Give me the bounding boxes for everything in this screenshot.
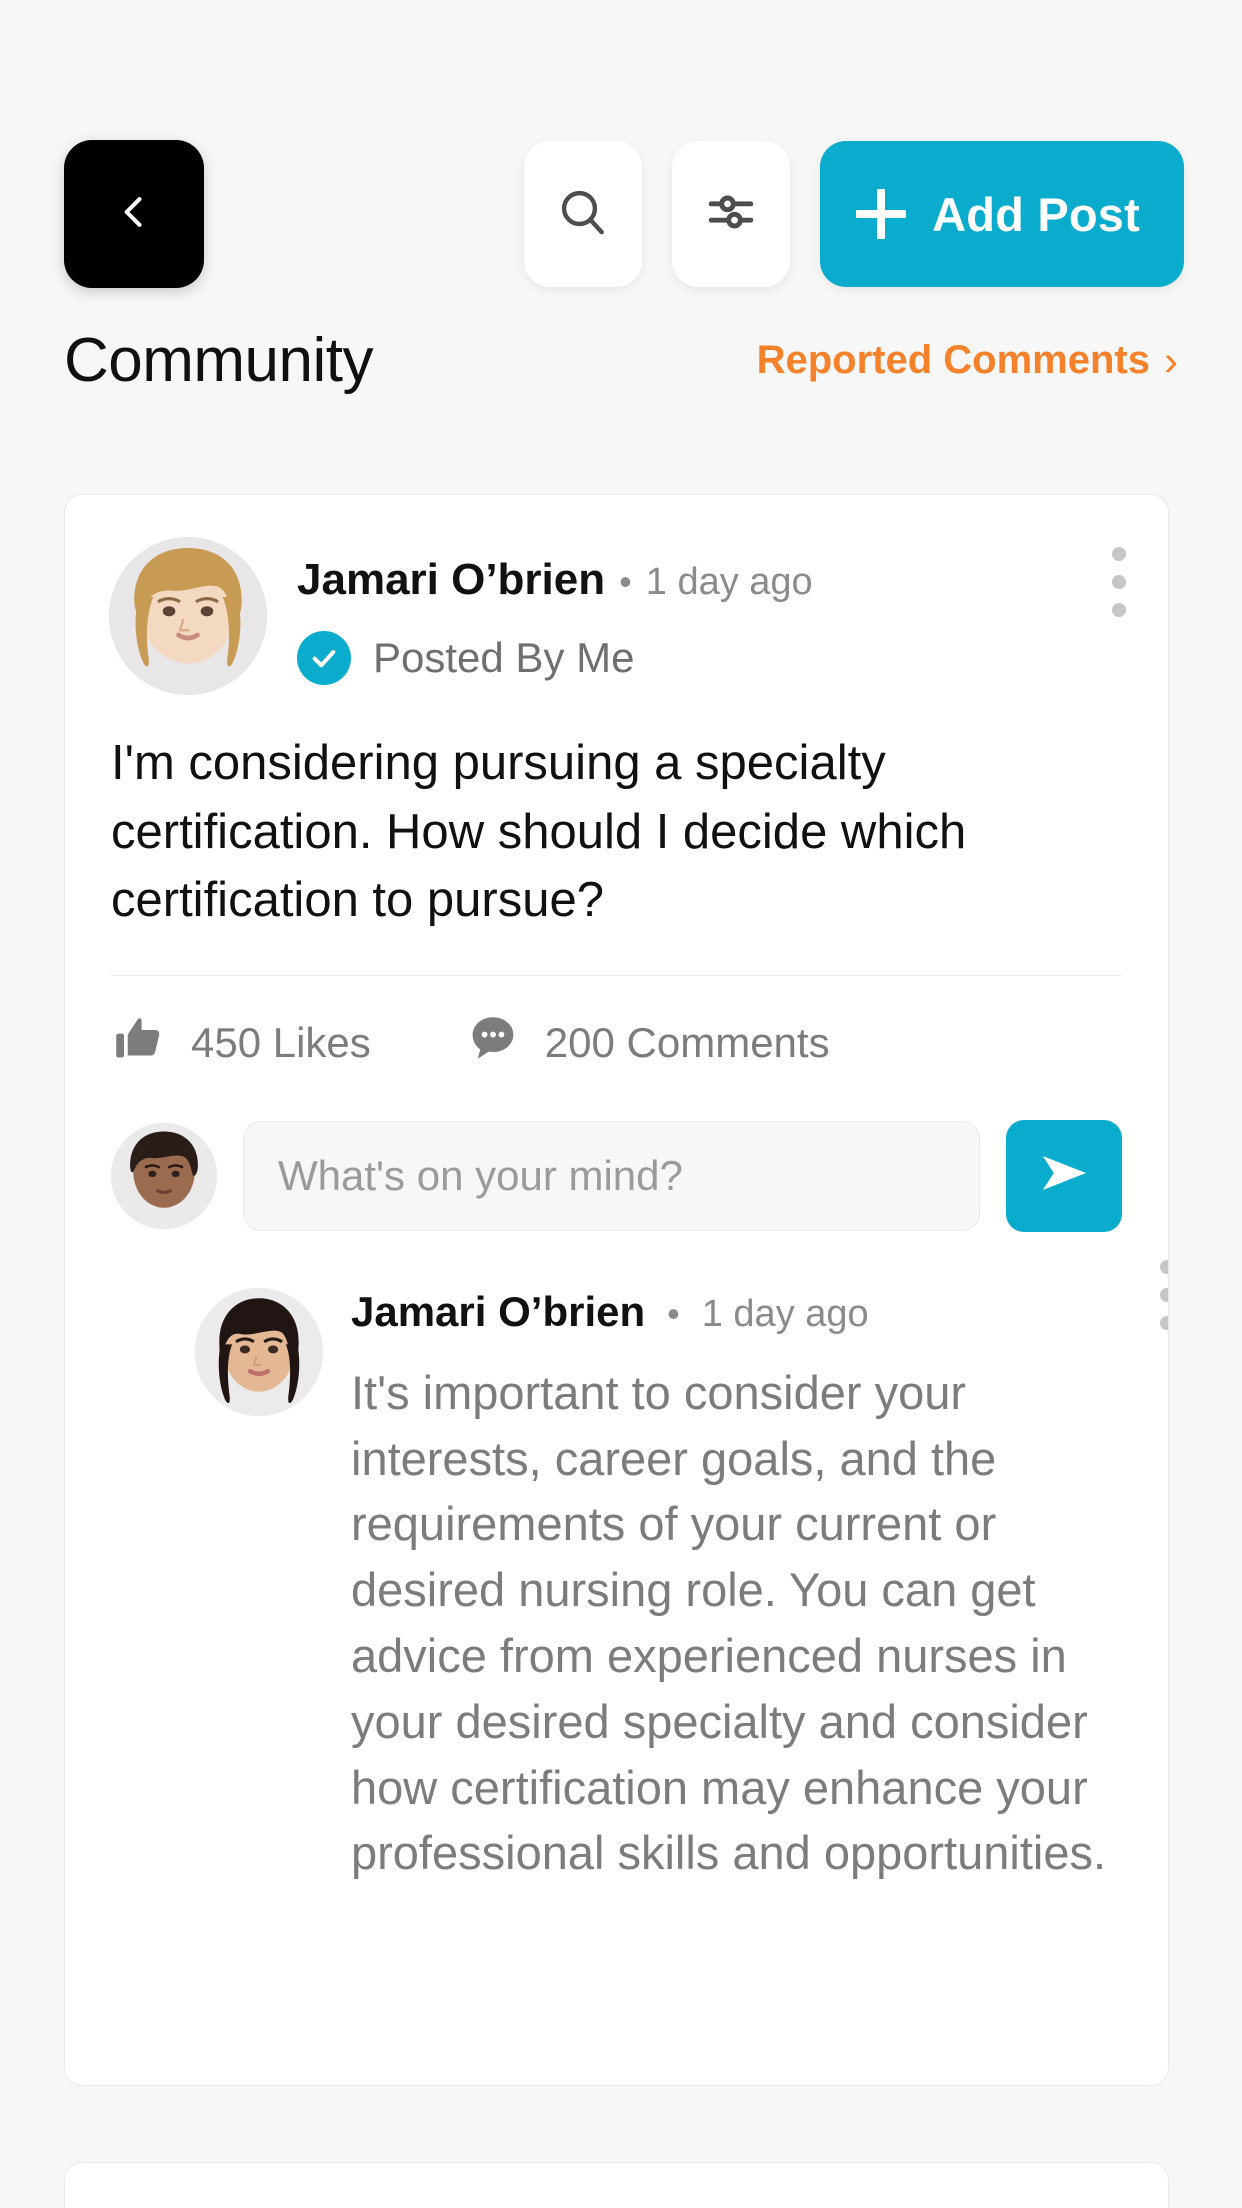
more-vertical-icon-dot	[1112, 603, 1126, 617]
comments-stat[interactable]: 200 Comments	[467, 1012, 830, 1074]
page-title: Community	[64, 326, 374, 395]
post-name-line: Jamari O’brien • 1 day ago	[297, 555, 813, 605]
comment-input[interactable]: What's on your mind?	[243, 1120, 980, 1231]
comment-name-line: Jamari O’brien • 1 day ago	[351, 1288, 1122, 1336]
check-circle-icon	[297, 631, 351, 685]
post-author-avatar	[109, 537, 267, 695]
posted-by-label: Posted By Me	[373, 634, 635, 681]
plus-icon	[856, 189, 907, 239]
chevron-right-icon: ›	[1164, 336, 1178, 384]
comment-timestamp: 1 day ago	[701, 1292, 869, 1335]
post-body-text: I'm considering pursuing a specialty cer…	[111, 736, 967, 928]
more-vertical-icon-dot	[1112, 547, 1126, 561]
reported-comments-link[interactable]: Reported Comments ›	[757, 338, 1178, 383]
back-button[interactable]	[64, 140, 204, 288]
comments-label: 200 Comments	[544, 1018, 830, 1066]
comment-content: Jamari O’brien • 1 day ago It's importan…	[351, 1288, 1168, 1886]
post-menu-button[interactable]	[1112, 547, 1126, 617]
search-button[interactable]	[524, 141, 643, 287]
comment-body-text: It's important to consider your interest…	[351, 1365, 1107, 1880]
next-post-card	[64, 2162, 1169, 2208]
current-user-avatar	[111, 1122, 217, 1229]
likes-label: 450 Likes	[191, 1018, 371, 1066]
sliders-filter-icon	[703, 184, 759, 245]
send-comment-button[interactable]	[1006, 1119, 1122, 1232]
search-icon	[555, 184, 611, 245]
send-icon	[1034, 1143, 1094, 1208]
comment-item: Jamari O’brien • 1 day ago It's importan…	[65, 1232, 1168, 1886]
add-post-button[interactable]: Add Post	[820, 141, 1184, 287]
more-vertical-icon-dot	[1160, 1259, 1168, 1274]
post-card: Jamari O’brien • 1 day ago Posted By Me	[64, 494, 1169, 2086]
more-vertical-icon-dot	[1160, 1315, 1168, 1330]
post-stats: 450 Likes 200 Comments	[65, 976, 1168, 1074]
post-author-info: Jamari O’brien • 1 day ago Posted By Me	[297, 537, 813, 695]
post-author-name: Jamari O’brien	[297, 555, 606, 604]
top-bar: Add Post	[0, 140, 1242, 288]
post-header: Jamari O’brien • 1 day ago Posted By Me	[65, 495, 1168, 695]
more-vertical-icon-dot	[1160, 1287, 1168, 1302]
comment-menu-button[interactable]	[1160, 1259, 1168, 1330]
add-post-label: Add Post	[932, 187, 1140, 241]
comment-input-placeholder: What's on your mind?	[278, 1151, 683, 1199]
comment-author-name: Jamari O’brien	[351, 1287, 646, 1335]
post-separator: •	[619, 561, 632, 602]
reported-comments-label: Reported Comments	[756, 338, 1150, 382]
community-screen: Add Post Community Reported Comments › J…	[0, 0, 1242, 2208]
posted-by-badge: Posted By Me	[297, 631, 813, 685]
post-timestamp: 1 day ago	[645, 561, 813, 603]
top-bar-actions: Add Post	[524, 141, 1184, 287]
likes-stat[interactable]: 450 Likes	[113, 1012, 371, 1074]
comment-bubble-icon	[467, 1012, 519, 1074]
next-post-header	[65, 2163, 1168, 2208]
comment-author-avatar	[195, 1287, 323, 1416]
thumbs-up-icon	[113, 1012, 165, 1074]
comment-composer: What's on your mind?	[65, 1074, 1168, 1232]
chevron-left-icon	[112, 190, 156, 239]
page-header: Community Reported Comments ›	[0, 325, 1242, 396]
filter-button[interactable]	[672, 141, 791, 287]
comment-separator: •	[667, 1292, 680, 1334]
more-vertical-icon-dot	[1112, 575, 1126, 589]
